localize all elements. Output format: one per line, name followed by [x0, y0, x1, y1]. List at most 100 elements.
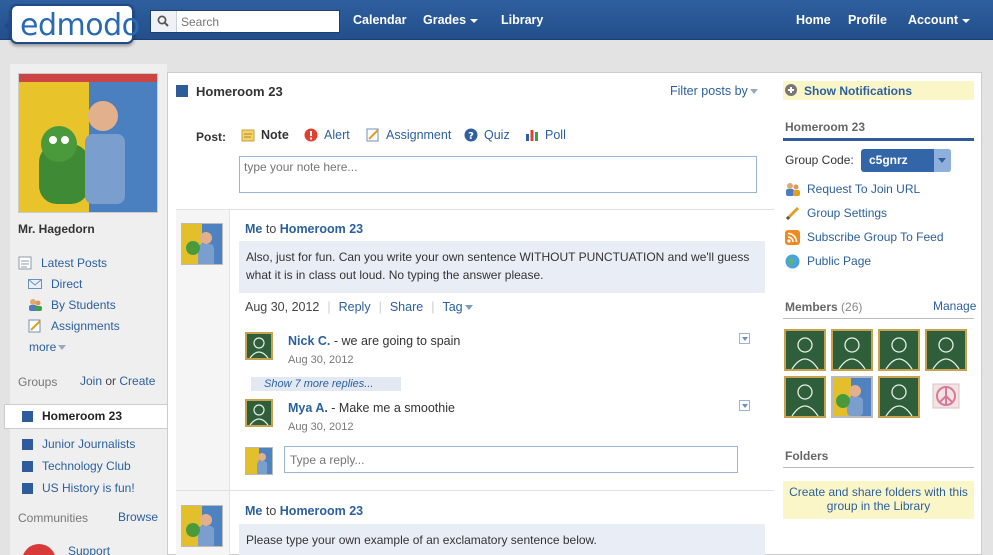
reply-text: Mya A. - Make me a smoothie — [288, 401, 455, 415]
logo-tab-shape — [4, 18, 12, 34]
search-icon[interactable] — [151, 11, 177, 32]
my-reply-avatar — [245, 447, 273, 475]
users-add-icon — [785, 182, 800, 197]
top-navbar: edmodo Calendar Grades Library Home Prof… — [0, 0, 993, 44]
reply-options-dropdown[interactable] — [739, 400, 750, 411]
search-input[interactable] — [181, 13, 331, 30]
nav-more[interactable]: more — [29, 340, 67, 354]
nav-account-label: Account — [908, 13, 958, 27]
post-author-link[interactable]: Me — [245, 222, 262, 236]
assignment-icon — [366, 128, 380, 142]
group-code-dropdown[interactable]: c5gnrz — [861, 149, 951, 172]
nav-profile[interactable]: Profile — [848, 13, 887, 27]
reply-author-link[interactable]: Mya A. — [288, 401, 328, 415]
nav-grades[interactable]: Grades — [423, 13, 479, 27]
group-code-value: c5gnrz — [869, 153, 908, 167]
public-page-label: Public Page — [807, 254, 872, 268]
post-label: Post: — [196, 130, 226, 144]
member-avatar[interactable] — [831, 329, 873, 371]
group-item-label: Homeroom 23 — [42, 409, 123, 423]
post-header: Me to Homeroom 23 — [245, 504, 363, 518]
member-avatar[interactable] — [925, 329, 967, 371]
alert-icon — [304, 128, 318, 142]
username: Mr. Hagedorn — [18, 222, 95, 236]
post-date: Aug 30, 2012 — [245, 300, 320, 314]
share-link[interactable]: Share — [390, 300, 423, 314]
post-target-link[interactable]: Homeroom 23 — [280, 222, 363, 236]
post-author-avatar[interactable] — [181, 223, 223, 265]
create-group-link[interactable]: Create — [119, 374, 155, 388]
post-divider — [176, 490, 774, 491]
reply-input[interactable] — [284, 446, 738, 473]
post-type-label: Quiz — [484, 128, 510, 142]
nav-grades-label: Grades — [423, 13, 467, 27]
poll-chart-icon — [525, 128, 539, 142]
manage-members-link[interactable]: Manage — [933, 299, 976, 313]
tag-dropdown[interactable]: Tag — [442, 300, 473, 314]
main-panel: Homeroom 23 Filter posts by Post: Note A… — [167, 72, 982, 555]
logo-text: edmodo — [20, 8, 140, 43]
search-box — [150, 10, 340, 33]
pencil-icon — [785, 206, 800, 221]
svg-text:?: ? — [468, 131, 474, 142]
create-folders-link[interactable]: Create and share folders with this group… — [783, 481, 974, 519]
member-avatar[interactable] — [784, 329, 826, 371]
note-input[interactable] — [239, 156, 757, 193]
nav-home[interactable]: Home — [796, 13, 831, 27]
member-avatar-peace-sign[interactable] — [925, 376, 967, 418]
reply-author-link[interactable]: Nick C. — [288, 334, 330, 348]
members-rule — [783, 318, 974, 319]
left-sidebar: Mr. Hagedorn Latest Posts Direct By Stud… — [4, 64, 167, 555]
group-settings-label: Group Settings — [807, 206, 888, 220]
member-avatar[interactable] — [784, 376, 826, 418]
reply-link[interactable]: Reply — [339, 300, 371, 314]
communities-browse-link[interactable]: Browse — [118, 510, 158, 524]
filter-posts-dropdown[interactable]: Filter posts by — [670, 84, 758, 98]
nav-assignments-label: Assignments — [51, 319, 120, 333]
feed-title: Homeroom 23 — [196, 84, 283, 99]
post-divider — [176, 209, 774, 210]
post-target-link[interactable]: Homeroom 23 — [280, 504, 363, 518]
envelope-icon — [28, 277, 42, 291]
nav-calendar[interactable]: Calendar — [353, 13, 407, 27]
join-group-link[interactable]: Join — [80, 374, 102, 388]
list-icon — [18, 256, 32, 270]
request-join-url-label: Request To Join URL — [807, 182, 921, 196]
post-header: Me to Homeroom 23 — [245, 222, 363, 236]
post-type-label: Poll — [545, 128, 566, 142]
assignment-icon — [28, 319, 42, 333]
member-avatar-photo[interactable] — [831, 376, 873, 418]
member-avatar[interactable] — [878, 376, 920, 418]
nav-library[interactable]: Library — [501, 13, 543, 27]
group-color-square — [22, 461, 33, 472]
group-item-label: US History is fun! — [42, 481, 135, 495]
post-type-label: Assignment — [386, 128, 452, 142]
folders-heading: Folders — [785, 449, 829, 463]
nav-more-label: more — [29, 340, 57, 354]
reply-options-dropdown[interactable] — [739, 333, 750, 344]
profile-avatar[interactable] — [18, 73, 158, 213]
edmodo-logo[interactable]: edmodo — [4, 4, 140, 44]
reply-avatar-default[interactable] — [245, 399, 273, 427]
show-more-replies-link[interactable]: Show 7 more replies... — [251, 377, 401, 391]
nav-account[interactable]: Account — [908, 13, 970, 27]
groups-join-create: Join or Create — [80, 374, 155, 388]
group-color-square — [176, 85, 188, 97]
reply-content: - Make me a smoothie — [327, 401, 455, 415]
support-community-icon — [22, 544, 56, 555]
post-author-link[interactable]: Me — [245, 504, 262, 518]
communities-heading: Communities — [18, 511, 89, 525]
post-body: Please type your own example of an excla… — [239, 524, 765, 555]
group-color-square — [22, 411, 33, 422]
show-notifications-button[interactable]: Show Notifications — [783, 81, 974, 100]
members-count: (26) — [841, 300, 863, 314]
filter-posts-label: Filter posts by — [670, 84, 748, 98]
member-avatar[interactable] — [878, 329, 920, 371]
support-community-link[interactable]: Support — [68, 544, 110, 555]
members-heading: Members (26) — [785, 300, 862, 314]
group-item-label: Junior Journalists — [42, 437, 136, 451]
plus-circle-icon — [785, 84, 797, 96]
reply-avatar-default[interactable] — [245, 332, 273, 360]
post-author-avatar[interactable] — [181, 505, 223, 547]
chevron-down-icon — [749, 89, 758, 95]
